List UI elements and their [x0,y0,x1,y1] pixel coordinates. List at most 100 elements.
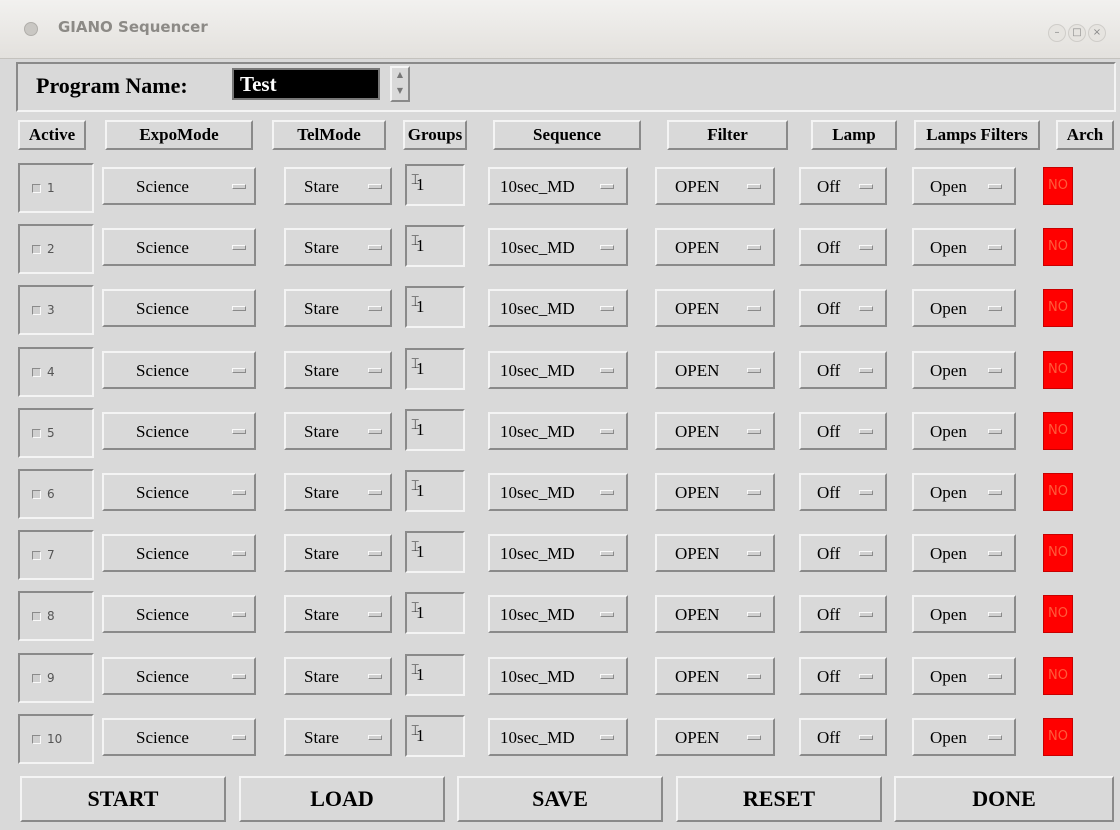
arch-toggle[interactable]: NO [1043,718,1073,756]
groups-field[interactable]: ⌶ 1 [405,164,465,206]
expomode-menu[interactable]: Science [102,534,256,572]
groups-field[interactable]: ⌶ 1 [405,531,465,573]
sequence-menu[interactable]: 10sec_MD [488,167,628,205]
filter-menu[interactable]: OPEN [655,534,775,572]
load-button[interactable]: LOAD [239,776,445,822]
filter-menu[interactable]: OPEN [655,595,775,633]
filter-menu[interactable]: OPEN [655,167,775,205]
sequence-menu[interactable]: 10sec_MD [488,412,628,450]
arch-toggle[interactable]: NO [1043,595,1073,633]
reset-button[interactable]: RESET [676,776,882,822]
sequence-menu[interactable]: 10sec_MD [488,289,628,327]
telmode-menu[interactable]: Stare [284,595,392,633]
lamp-menu[interactable]: Off [799,657,887,695]
telmode-menu[interactable]: Stare [284,167,392,205]
expomode-menu[interactable]: Science [102,473,256,511]
groups-field[interactable]: ⌶ 1 [405,715,465,757]
program-name-input[interactable]: Test [232,68,380,100]
close-icon[interactable]: × [1088,24,1106,42]
lamp-menu[interactable]: Off [799,718,887,756]
lamp-menu[interactable]: Off [799,473,887,511]
lamps-filters-menu[interactable]: Open [912,657,1016,695]
active-checkbox[interactable] [32,551,41,560]
telmode-menu[interactable]: Stare [284,473,392,511]
filter-menu[interactable]: OPEN [655,228,775,266]
program-name-spinner[interactable]: ▲ ▼ [390,66,410,102]
groups-field[interactable]: ⌶ 1 [405,654,465,696]
telmode-menu[interactable]: Stare [284,228,392,266]
lamps-filters-menu[interactable]: Open [912,473,1016,511]
lamps-filters-menu[interactable]: Open [912,718,1016,756]
sequence-menu[interactable]: 10sec_MD [488,351,628,389]
spin-up-icon[interactable]: ▲ [392,68,408,84]
lamp-menu[interactable]: Off [799,167,887,205]
expomode-menu[interactable]: Science [102,595,256,633]
expomode-menu[interactable]: Science [102,412,256,450]
groups-field[interactable]: ⌶ 1 [405,409,465,451]
telmode-menu[interactable]: Stare [284,718,392,756]
active-checkbox[interactable] [32,368,41,377]
active-checkbox[interactable] [32,612,41,621]
sequence-menu[interactable]: 10sec_MD [488,473,628,511]
groups-field[interactable]: ⌶ 1 [405,225,465,267]
telmode-menu[interactable]: Stare [284,289,392,327]
expomode-menu[interactable]: Science [102,167,256,205]
lamp-menu[interactable]: Off [799,595,887,633]
expomode-menu[interactable]: Science [102,657,256,695]
groups-field[interactable]: ⌶ 1 [405,592,465,634]
arch-toggle[interactable]: NO [1043,473,1073,511]
active-checkbox[interactable] [32,490,41,499]
window-menu-icon[interactable] [24,22,38,36]
active-checkbox[interactable] [32,184,41,193]
expomode-menu[interactable]: Science [102,351,256,389]
filter-menu[interactable]: OPEN [655,351,775,389]
sequence-menu[interactable]: 10sec_MD [488,595,628,633]
sequence-menu[interactable]: 10sec_MD [488,534,628,572]
active-checkbox[interactable] [32,429,41,438]
maximize-icon[interactable]: □ [1068,24,1086,42]
spin-down-icon[interactable]: ▼ [392,84,408,100]
active-checkbox[interactable] [32,735,41,744]
lamps-filters-menu[interactable]: Open [912,412,1016,450]
lamps-filters-menu[interactable]: Open [912,351,1016,389]
groups-field[interactable]: ⌶ 1 [405,286,465,328]
sequence-menu[interactable]: 10sec_MD [488,718,628,756]
telmode-menu[interactable]: Stare [284,351,392,389]
arch-toggle[interactable]: NO [1043,657,1073,695]
telmode-menu[interactable]: Stare [284,412,392,450]
start-button[interactable]: START [20,776,226,822]
lamp-menu[interactable]: Off [799,412,887,450]
lamp-menu[interactable]: Off [799,534,887,572]
lamps-filters-menu[interactable]: Open [912,289,1016,327]
active-checkbox[interactable] [32,245,41,254]
expomode-menu[interactable]: Science [102,228,256,266]
arch-toggle[interactable]: NO [1043,534,1073,572]
expomode-menu[interactable]: Science [102,718,256,756]
arch-toggle[interactable]: NO [1043,351,1073,389]
lamp-menu[interactable]: Off [799,289,887,327]
lamps-filters-menu[interactable]: Open [912,167,1016,205]
lamps-filters-menu[interactable]: Open [912,595,1016,633]
arch-toggle[interactable]: NO [1043,412,1073,450]
arch-toggle[interactable]: NO [1043,289,1073,327]
filter-menu[interactable]: OPEN [655,473,775,511]
arch-toggle[interactable]: NO [1043,167,1073,205]
done-button[interactable]: DONE [894,776,1114,822]
expomode-menu[interactable]: Science [102,289,256,327]
minimize-icon[interactable]: – [1048,24,1066,42]
lamps-filters-menu[interactable]: Open [912,228,1016,266]
arch-toggle[interactable]: NO [1043,228,1073,266]
groups-field[interactable]: ⌶ 1 [405,470,465,512]
groups-field[interactable]: ⌶ 1 [405,348,465,390]
sequence-menu[interactable]: 10sec_MD [488,228,628,266]
telmode-menu[interactable]: Stare [284,657,392,695]
filter-menu[interactable]: OPEN [655,718,775,756]
active-checkbox[interactable] [32,306,41,315]
lamp-menu[interactable]: Off [799,351,887,389]
filter-menu[interactable]: OPEN [655,289,775,327]
sequence-menu[interactable]: 10sec_MD [488,657,628,695]
save-button[interactable]: SAVE [457,776,663,822]
filter-menu[interactable]: OPEN [655,657,775,695]
filter-menu[interactable]: OPEN [655,412,775,450]
lamps-filters-menu[interactable]: Open [912,534,1016,572]
